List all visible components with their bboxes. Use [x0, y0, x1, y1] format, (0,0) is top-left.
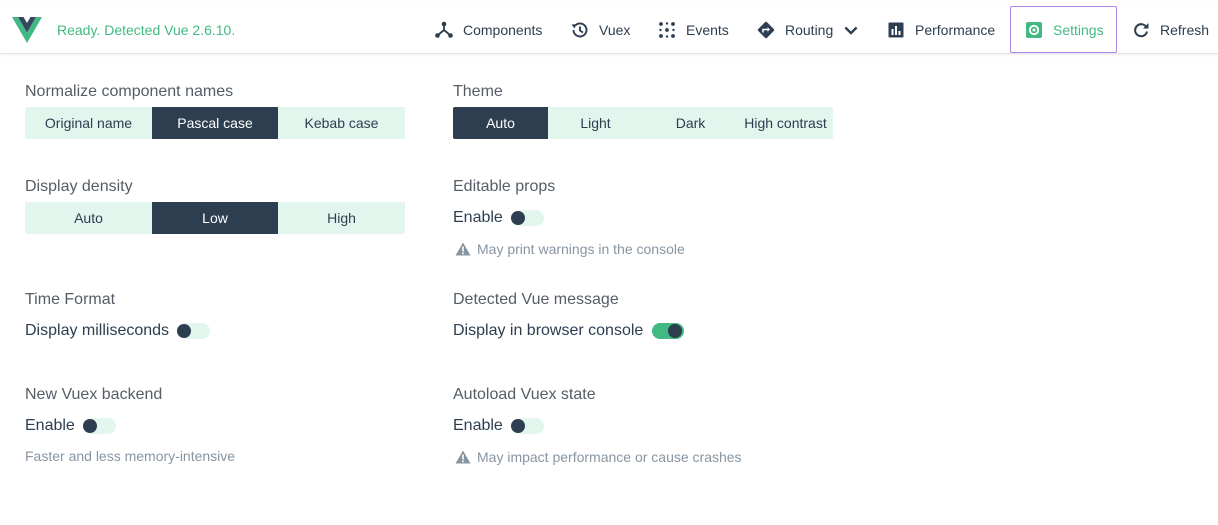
routing-icon	[756, 20, 776, 40]
hint-text: May print warnings in the console	[477, 241, 685, 257]
events-icon	[657, 20, 677, 40]
display-density-selector: Auto Low High	[25, 202, 405, 234]
toggle-switch[interactable]	[510, 210, 544, 226]
tab-label: Routing	[785, 21, 834, 38]
tab-routing[interactable]: Routing	[756, 5, 861, 54]
hint-text: May impact performance or cause crashes	[477, 449, 742, 465]
setting-title: Normalize component names	[25, 83, 234, 100]
settings-icon	[1024, 20, 1044, 40]
toggle-switch[interactable]	[510, 418, 544, 434]
theme-setting: Theme	[453, 83, 503, 101]
tab-label: Components	[463, 21, 543, 38]
hint-text: Faster and less memory-intensive	[25, 448, 236, 464]
time-format-setting: Time Format	[25, 291, 115, 309]
history-icon	[570, 20, 590, 40]
setting-title: New Vuex backend	[25, 386, 163, 403]
vuex-backend-hint: Faster and less memory-intensive	[25, 448, 235, 464]
autoload-vuex-toggle[interactable]: Enable	[453, 415, 544, 437]
setting-title: Time Format	[25, 291, 116, 308]
toggle-label: Enable	[453, 209, 503, 226]
chevron-down-icon	[844, 26, 858, 35]
toggle-knob	[510, 419, 525, 433]
editable-props-toggle[interactable]: Enable	[453, 207, 544, 229]
toggle-switch[interactable]	[82, 418, 116, 434]
option-auto[interactable]: Auto	[25, 202, 152, 234]
tab-components[interactable]: Components	[434, 5, 542, 54]
component-names-setting: Normalize component names	[25, 83, 233, 101]
tab-performance[interactable]: Performance	[886, 5, 995, 54]
setting-title: Display density	[25, 178, 133, 195]
warning-icon	[455, 242, 471, 256]
tab-label: Refresh	[1160, 21, 1210, 38]
toggle-knob	[668, 324, 683, 338]
component-names-selector: Original name Pascal case Kebab case	[25, 107, 405, 139]
setting-title: Detected Vue message	[453, 291, 619, 308]
option-dark[interactable]: Dark	[643, 107, 738, 139]
detected-vue-setting: Detected Vue message	[453, 291, 619, 309]
component-tree-icon	[434, 20, 454, 40]
refresh-icon	[1131, 20, 1151, 40]
tab-label: Performance	[915, 21, 996, 38]
option-kebab-case[interactable]: Kebab case	[278, 107, 405, 139]
warning-icon	[455, 450, 471, 464]
toggle-knob	[177, 324, 192, 338]
option-auto[interactable]: Auto	[453, 107, 548, 139]
autoload-vuex-setting: Autoload Vuex state	[453, 386, 596, 404]
milliseconds-toggle[interactable]: Display milliseconds	[25, 320, 211, 342]
option-high-contrast[interactable]: High contrast	[738, 107, 833, 139]
tab-label: Events	[686, 21, 729, 38]
setting-title: Theme	[453, 83, 503, 100]
toolbar: Ready. Detected Vue 2.6.10. Components V…	[0, 5, 1218, 54]
toggle-label: Display in browser console	[453, 322, 644, 339]
vuex-backend-setting: New Vuex backend	[25, 386, 162, 404]
toggle-label: Enable	[453, 417, 503, 434]
detected-vue-toggle[interactable]: Display in browser console	[453, 320, 685, 342]
editable-props-setting: Editable props	[453, 178, 555, 196]
tab-events[interactable]: Events	[657, 5, 729, 54]
editable-props-hint: May print warnings in the console	[455, 241, 685, 257]
vue-logo	[12, 17, 42, 43]
toggle-label: Enable	[25, 417, 75, 434]
tab-vuex[interactable]: Vuex	[570, 5, 630, 54]
display-density-setting: Display density	[25, 178, 133, 196]
setting-title: Editable props	[453, 178, 556, 195]
option-pascal-case[interactable]: Pascal case	[152, 107, 278, 139]
option-high[interactable]: High	[278, 202, 405, 234]
toggle-knob	[82, 419, 97, 433]
vuex-backend-toggle[interactable]: Enable	[25, 415, 116, 437]
option-original-name[interactable]: Original name	[25, 107, 152, 139]
toggle-label: Display milliseconds	[25, 322, 170, 339]
option-light[interactable]: Light	[548, 107, 643, 139]
toggle-switch[interactable]	[652, 323, 685, 339]
refresh-button[interactable]: Refresh	[1131, 5, 1209, 54]
theme-selector: Auto Light Dark High contrast	[453, 107, 833, 139]
tab-label: Vuex	[599, 21, 631, 38]
status-message: Ready. Detected Vue 2.6.10.	[57, 22, 236, 38]
tab-settings[interactable]: Settings	[1010, 6, 1117, 53]
autoload-vuex-hint: May impact performance or cause crashes	[455, 449, 742, 465]
toggle-knob	[510, 211, 525, 225]
tab-label: Settings	[1053, 21, 1104, 38]
bar-chart-icon	[886, 20, 906, 40]
setting-title: Autoload Vuex state	[453, 386, 596, 403]
toggle-switch[interactable]	[177, 323, 211, 339]
option-low[interactable]: Low	[152, 202, 278, 234]
